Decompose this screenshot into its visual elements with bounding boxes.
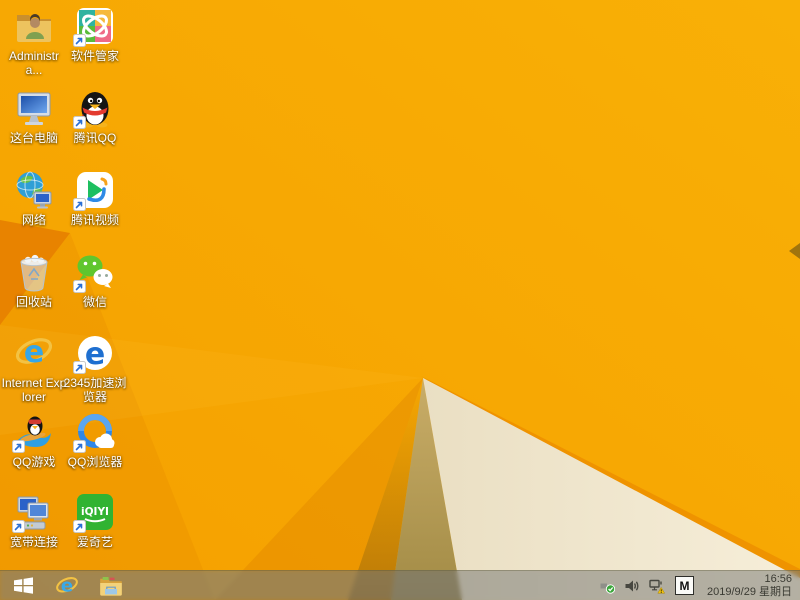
shortcut-arrow-icon [73,116,86,129]
svg-text:iQIYI: iQIYI [81,506,109,518]
shortcut-arrow-icon [73,198,86,211]
shortcut-arrow-icon [12,520,25,533]
recycle-bin-icon [14,252,54,292]
desktop: Administra... 这台电脑 网络 回收站 e Internet Exp… [0,0,800,600]
windows-logo-icon [13,577,33,594]
shortcut-arrow-icon [73,440,86,453]
desktop-icon-label: QQ浏览器 [67,455,123,469]
svg-text:e: e [24,335,44,370]
iqiyi-icon: iQIYI [73,492,115,533]
system-tray: M 16:56 2019/9/29 星期日 [599,571,800,600]
desktop-icon-label: 回收站 [15,295,52,309]
file-explorer-icon [100,576,122,596]
usb-device-tray-icon[interactable] [599,571,615,600]
desktop-icon-broadband-connection[interactable]: 宽带连接 [1,492,67,549]
desktop-icon-label: Administra... [8,49,59,77]
ime-indicator[interactable]: M [675,576,694,595]
shortcut-arrow-icon [73,34,86,47]
tencent-video-icon [73,170,115,211]
network-warning-tray-icon[interactable] [649,571,666,600]
software-manager-icon [73,6,115,47]
start-button[interactable] [4,571,42,600]
wechat-icon [73,252,115,293]
desktop-icon-wechat[interactable]: 微信 [62,252,128,309]
clock-time: 16:56 [764,572,792,585]
broadband-connection-icon [12,492,54,533]
svg-text:e: e [61,575,73,596]
this-pc-icon [14,88,54,128]
desktop-icon-label: 腾讯视频 [70,213,119,227]
clock-date: 2019/9/29 星期日 [707,585,792,598]
desktop-icon-recycle-bin[interactable]: 回收站 [1,252,67,309]
network-icon [14,170,54,210]
desktop-icon-label: 这台电脑 [9,131,58,145]
svg-text:e: e [85,337,105,372]
qq-browser-icon [73,412,115,453]
desktop-icon-qq-games[interactable]: QQ游戏 [1,412,67,469]
volume-tray-icon[interactable] [624,571,640,600]
shortcut-arrow-icon [73,280,86,293]
taskbar-ie-button[interactable]: e [48,571,86,600]
desktop-icon-2345-browser[interactable]: e 2345加速浏览器 [62,333,128,404]
taskbar-file-explorer-button[interactable] [92,571,130,600]
desktop-icon-this-pc[interactable]: 这台电脑 [1,88,67,145]
internet-explorer-icon: e [56,575,78,596]
desktop-icon-label: 宽带连接 [9,535,58,549]
shortcut-arrow-icon [73,361,86,374]
shortcut-arrow-icon [73,520,86,533]
desktop-icon-tencent-video[interactable]: 腾讯视频 [62,170,128,227]
desktop-icon-label: 网络 [21,213,46,227]
desktop-icon-internet-explorer[interactable]: e Internet Explorer [1,333,67,404]
internet-explorer-icon: e [14,333,54,373]
taskbar-clock[interactable]: 16:56 2019/9/29 星期日 [703,573,792,599]
desktop-icon-label: 爱奇艺 [76,535,113,549]
desktop-icon-label: 微信 [82,295,107,309]
desktop-icon-iqiyi[interactable]: iQIYI 爱奇艺 [62,492,128,549]
taskbar: e M 16:56 2019/9/29 星期日 [0,570,800,600]
desktop-icon-label: 2345加速浏览器 [63,376,127,404]
desktop-icon-label: 软件管家 [70,49,119,63]
desktop-icon-qq-browser[interactable]: QQ浏览器 [62,412,128,469]
desktop-icon-network[interactable]: 网络 [1,170,67,227]
desktop-icon-administrator-folder[interactable]: Administra... [1,6,67,77]
desktop-icon-label: 腾讯QQ [73,131,117,145]
desktop-icon-software-manager[interactable]: 软件管家 [62,6,128,63]
desktop-icon-label: QQ游戏 [12,455,56,469]
tencent-qq-icon [73,88,115,129]
shortcut-arrow-icon [12,440,25,453]
qq-games-icon [12,412,54,453]
desktop-icon-tencent-qq[interactable]: 腾讯QQ [62,88,128,145]
desktop-icon-label: Internet Explorer [1,376,67,404]
2345-browser-icon: e [73,333,115,374]
administrator-folder-icon [14,6,54,46]
